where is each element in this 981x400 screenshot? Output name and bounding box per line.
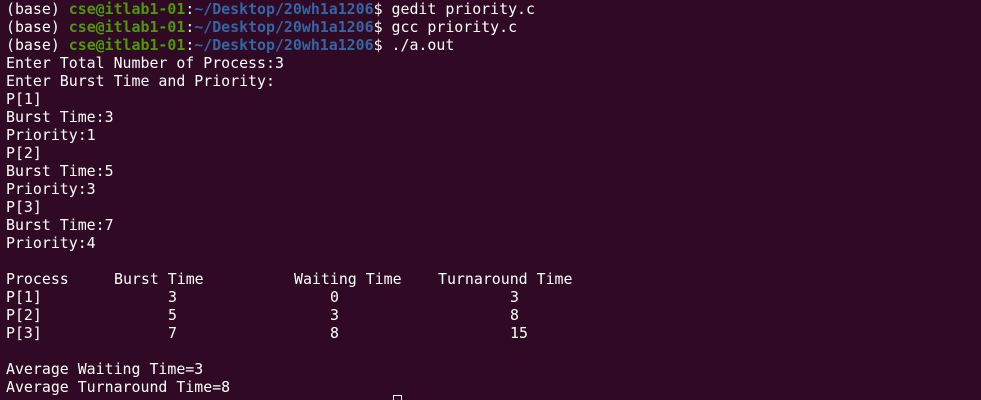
- output-line: P[1]: [6, 90, 42, 108]
- header-process: Process: [6, 270, 69, 288]
- header-burst-time: Burst Time: [114, 270, 204, 288]
- output-line: P[2]: [6, 144, 42, 162]
- prompt-symbol: $: [373, 18, 392, 36]
- prompt-symbol: $: [373, 36, 392, 54]
- user-host: cse@itlab1-01: [68, 18, 186, 36]
- cell-process: P[2]: [6, 306, 42, 324]
- header-waiting-time: Waiting Time: [294, 270, 402, 288]
- table-row: P[3] 7 8 15: [6, 324, 528, 342]
- prompt-separator: :: [185, 0, 195, 18]
- user-host: cse@itlab1-01: [68, 36, 186, 54]
- output-line: Enter Total Number of Process:3: [6, 54, 284, 72]
- prompt-symbol: $: [373, 0, 392, 18]
- output-line: Priority:3: [6, 180, 96, 198]
- table-row: P[2] 5 3 8: [6, 306, 519, 324]
- table-header: Process Burst Time Waiting Time Turnarou…: [6, 270, 572, 288]
- prompt-line: (base) cse@itlab1-01:~/Desktop/20wh1a120…: [6, 18, 517, 36]
- cell-turnaround-time: 15: [510, 324, 528, 342]
- prompt-separator: :: [185, 36, 195, 54]
- header-turnaround-time: Turnaround Time: [438, 270, 573, 288]
- output-line: Enter Burst Time and Priority:: [6, 72, 275, 90]
- output-line: Priority:4: [6, 234, 96, 252]
- working-directory: ~/Desktop/20wh1a1206: [194, 18, 374, 36]
- cell-burst-time: 5: [168, 306, 177, 324]
- cell-burst-time: 7: [168, 324, 177, 342]
- output-line: Burst Time:3: [6, 108, 114, 126]
- output-line: Priority:1: [6, 126, 96, 144]
- conda-env: (base): [6, 18, 69, 36]
- conda-env: (base): [6, 36, 69, 54]
- cell-waiting-time: 0: [330, 288, 339, 306]
- working-directory: ~/Desktop/20wh1a1206: [194, 36, 374, 54]
- user-host: cse@itlab1-01: [68, 0, 186, 18]
- output-line: P[3]: [6, 198, 42, 216]
- conda-env: (base): [6, 0, 69, 18]
- prompt-line: (base) cse@itlab1-01:~/Desktop/20wh1a120…: [6, 36, 454, 54]
- command-text: gedit priority.c: [391, 0, 535, 18]
- cell-turnaround-time: 3: [510, 288, 519, 306]
- output-line: Burst Time:7: [6, 216, 114, 234]
- terminal-window[interactable]: (base) cse@itlab1-01:~/Desktop/20wh1a120…: [0, 0, 981, 400]
- prompt-separator: :: [185, 18, 195, 36]
- cell-process: P[1]: [6, 288, 42, 306]
- output-line: Burst Time:5: [6, 162, 114, 180]
- cell-turnaround-time: 8: [510, 306, 519, 324]
- average-waiting-time: Average Waiting Time=3: [6, 360, 204, 378]
- average-turnaround-time: Average Turnaround Time=8: [6, 378, 231, 396]
- cell-waiting-time: 8: [330, 324, 339, 342]
- cell-waiting-time: 3: [330, 306, 339, 324]
- command-text: ./a.out: [391, 36, 455, 54]
- text-cursor[interactable]: [393, 395, 402, 400]
- command-text: gcc priority.c: [391, 18, 518, 36]
- cell-process: P[3]: [6, 324, 42, 342]
- prompt-line: (base) cse@itlab1-01:~/Desktop/20wh1a120…: [6, 0, 535, 18]
- working-directory: ~/Desktop/20wh1a1206: [194, 0, 374, 18]
- table-row: P[1] 3 0 3: [6, 288, 519, 306]
- cell-burst-time: 3: [168, 288, 177, 306]
